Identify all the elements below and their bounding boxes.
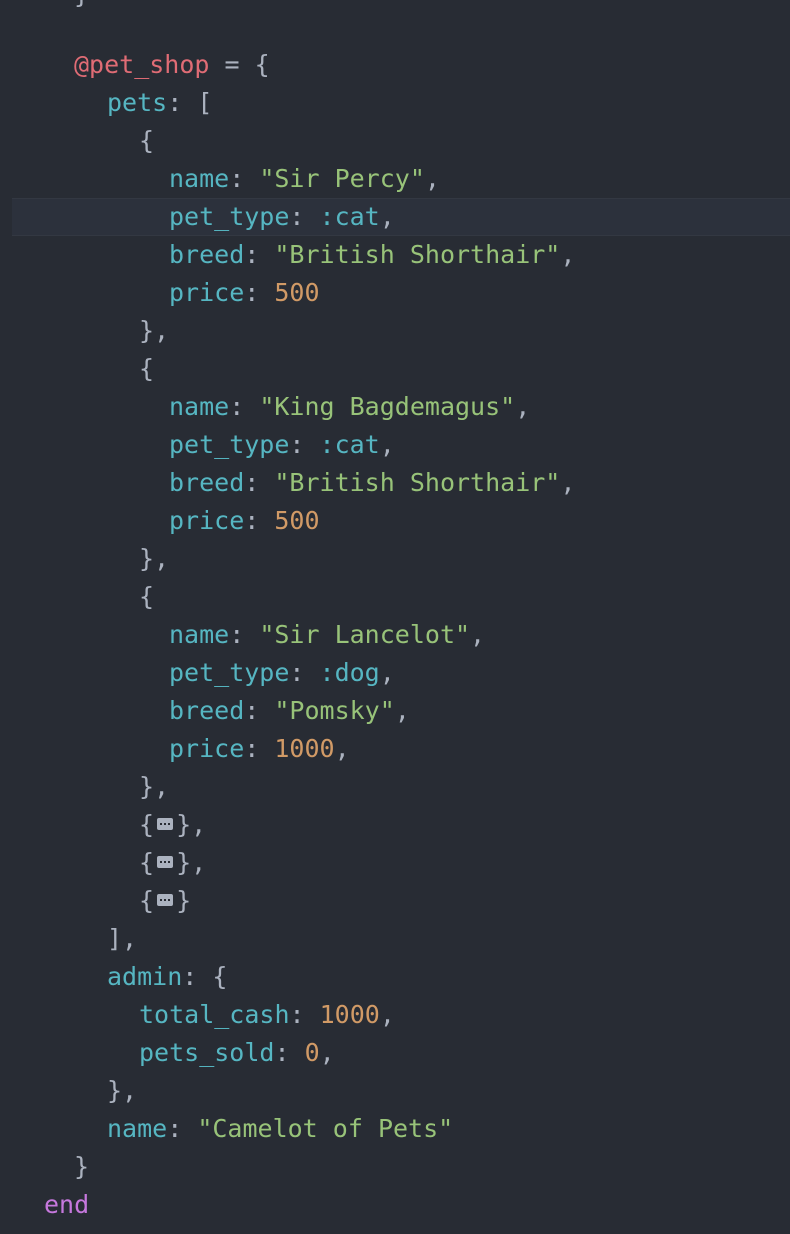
code-line: ], — [0, 920, 790, 958]
code-line: { — [0, 122, 790, 160]
fold-ellipsis-icon[interactable] — [157, 856, 174, 868]
code-line: } — [0, 1148, 790, 1186]
hash-key: admin — [107, 962, 183, 991]
code-line: end — [0, 1186, 790, 1224]
hash-key: name — [169, 392, 230, 421]
code-line: { — [0, 578, 790, 616]
string-value: "Sir Percy" — [259, 164, 425, 193]
hash-open: { — [139, 354, 155, 383]
code-line: }, — [0, 1072, 790, 1110]
code-line: pet_type: :cat, — [169, 430, 395, 459]
code-line: breed: "British Shorthair", — [169, 240, 576, 269]
hash-key: name — [107, 1114, 168, 1143]
code-line: @pet_shop = { — [0, 46, 790, 84]
code-line: pets_sold: 0, — [139, 1038, 335, 1067]
string-value: "Pomsky" — [274, 696, 395, 725]
string-value: "King Bagdemagus" — [259, 392, 516, 421]
code-line: admin: { — [0, 958, 790, 996]
code-line: breed: "Pomsky", — [169, 696, 410, 725]
hash-close: }, — [139, 544, 170, 573]
code-line: name: "Sir Percy", — [169, 164, 440, 193]
string-value: "British Shorthair" — [274, 240, 561, 269]
hash-key: pet_type — [169, 430, 290, 459]
instance-variable: @pet_shop — [74, 50, 210, 79]
hash-open: : { — [182, 962, 228, 991]
end-keyword: end — [44, 1190, 90, 1219]
hash-key: pets — [107, 88, 168, 117]
folded-region[interactable]: {} — [0, 882, 790, 920]
hash-open: { — [139, 582, 155, 611]
fold-ellipsis-icon[interactable] — [157, 818, 174, 830]
hash-key: price — [169, 278, 245, 307]
number-value: 1000 — [319, 1000, 380, 1029]
code-line: pets: [ — [0, 84, 790, 122]
current-line-highlight: pet_type: :cat, — [12, 198, 790, 236]
hash-key: price — [169, 734, 245, 763]
code-line: price: 500 — [169, 278, 320, 307]
string-value: "Camelot of Pets" — [197, 1114, 454, 1143]
hash-key: name — [169, 164, 230, 193]
string-value: "Sir Lancelot" — [259, 620, 471, 649]
hash-key: total_cash — [139, 1000, 290, 1029]
symbol-value: :cat — [319, 430, 380, 459]
array-close: ], — [107, 924, 138, 953]
assign-operator: = { — [209, 50, 270, 79]
number-value: 0 — [304, 1038, 320, 1067]
string-value: "British Shorthair" — [274, 468, 561, 497]
hash-key: pets_sold — [139, 1038, 275, 1067]
code-line: }, — [0, 540, 790, 578]
number-value: 1000 — [274, 734, 335, 763]
code-line: name: "King Bagdemagus", — [169, 392, 531, 421]
folded-region[interactable]: {}, — [0, 844, 790, 882]
code-line: } — [0, 0, 790, 14]
number-value: 500 — [274, 278, 320, 307]
hash-open: { — [139, 126, 155, 155]
hash-key: pet_type — [169, 202, 290, 231]
code-line: price: 500 — [169, 506, 320, 535]
hash-close: } — [74, 1152, 90, 1181]
code-line: name: "Sir Lancelot", — [169, 620, 486, 649]
hash-key: pet_type — [169, 658, 290, 687]
folded-region[interactable]: {}, — [0, 806, 790, 844]
hash-key: breed — [169, 240, 245, 269]
code-line: }, — [0, 312, 790, 350]
code-line: total_cash: 1000, — [139, 1000, 395, 1029]
hash-close: }, — [107, 1076, 138, 1105]
array-open: : [ — [167, 88, 213, 117]
code-line: pet_type: :dog, — [169, 658, 395, 687]
symbol-value: :dog — [319, 658, 380, 687]
code-editor[interactable]: } @pet_shop = { pets: [ { name: "Sir Per… — [0, 0, 790, 1234]
hash-key: price — [169, 506, 245, 535]
code-line: }, — [0, 768, 790, 806]
hash-close: }, — [139, 772, 170, 801]
code-line: breed: "British Shorthair", — [169, 468, 576, 497]
number-value: 500 — [274, 506, 320, 535]
hash-key: breed — [169, 468, 245, 497]
hash-close: }, — [139, 316, 170, 345]
code-line: { — [0, 350, 790, 388]
hash-key: breed — [169, 696, 245, 725]
hash-key: name — [169, 620, 230, 649]
code-line: name: "Camelot of Pets" — [107, 1114, 454, 1143]
symbol-value: :cat — [319, 202, 380, 231]
fold-ellipsis-icon[interactable] — [157, 894, 174, 906]
code-line: price: 1000, — [169, 734, 350, 763]
closing-brace: } — [74, 0, 89, 14]
